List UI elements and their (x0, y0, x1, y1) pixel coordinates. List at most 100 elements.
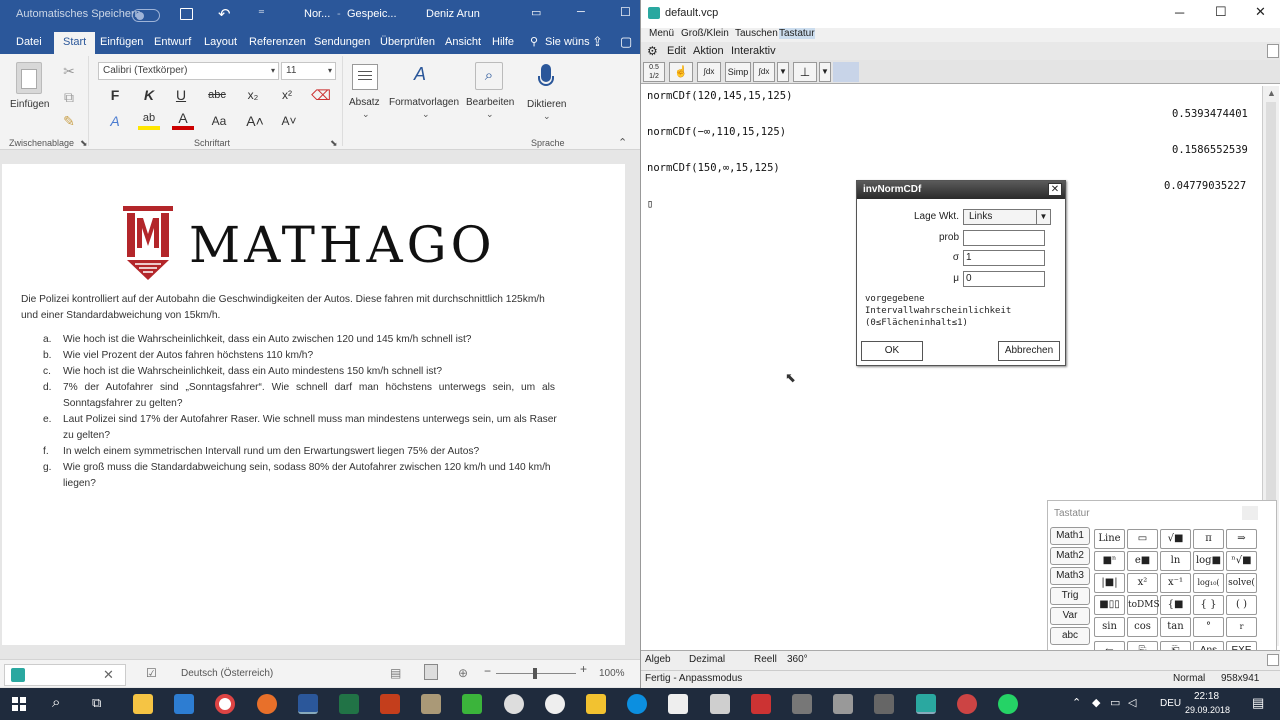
collapse-ribbon-icon[interactable]: ⌃ (618, 136, 627, 149)
key-sqrt[interactable]: √■ (1160, 529, 1191, 549)
notifications-icon[interactable]: ▤ (1252, 695, 1264, 711)
app-icon[interactable] (421, 694, 441, 714)
tab-ueberpruefen[interactable]: Überprüfen (380, 36, 435, 48)
styles-label[interactable]: Formatvorlagen (389, 97, 459, 108)
chevron-down-icon[interactable]: ▼ (819, 62, 831, 82)
minimize-icon[interactable]: ─ (1175, 5, 1184, 20)
paragraph-label[interactable]: Absatz (349, 97, 380, 108)
ok-button[interactable]: OK (861, 341, 923, 361)
tab-ansicht[interactable]: Ansicht (445, 36, 481, 48)
keypad-tab-math3[interactable]: Math3 (1050, 567, 1090, 585)
ribbon-display-icon[interactable]: ▭ (531, 6, 541, 19)
zoom-slider-thumb[interactable] (533, 668, 537, 679)
undo-icon[interactable]: ↶ (218, 5, 231, 23)
close-icon[interactable]: ✕ (1048, 183, 1062, 196)
key-tan[interactable]: tan (1160, 617, 1191, 637)
italic-button[interactable]: K (138, 84, 160, 106)
prob-input[interactable] (963, 230, 1045, 246)
proofing-icon[interactable]: ☑ (146, 666, 157, 680)
close-icon[interactable]: ✕ (1255, 4, 1266, 20)
web-layout-icon[interactable]: ⊕ (458, 666, 468, 680)
app-icon[interactable] (668, 694, 688, 714)
app-icon[interactable] (874, 694, 894, 714)
autosave-toggle[interactable] (132, 9, 160, 22)
paste-icon[interactable] (16, 62, 42, 94)
graph-icon[interactable]: ⊥ (793, 62, 817, 82)
input-line[interactable]: normCDf(−∞,110,15,125) (647, 126, 786, 138)
key-cos[interactable]: cos (1127, 617, 1158, 637)
tab-sendungen[interactable]: Sendungen (314, 36, 370, 48)
change-case-icon[interactable]: Aa (208, 110, 230, 132)
input-cursor[interactable]: ▯ (647, 198, 653, 210)
zoom-in-button[interactable]: + (580, 662, 587, 676)
tail-select[interactable]: Links ▼ (963, 209, 1051, 225)
zoom-out-button[interactable]: − (484, 664, 491, 678)
key-todms[interactable]: toDMS (1127, 595, 1160, 615)
key-log[interactable]: log■ (1193, 551, 1224, 571)
highlight-icon[interactable]: ab (138, 110, 160, 130)
paste-label[interactable]: Einfügen (10, 99, 49, 110)
mode-angle[interactable]: 360° (787, 654, 808, 665)
whatsapp-icon[interactable] (998, 694, 1018, 714)
underline-button[interactable]: U (170, 84, 192, 106)
clock-date[interactable]: 29.09.2018 (1185, 705, 1230, 715)
excel-icon[interactable] (339, 694, 359, 714)
superscript-button[interactable]: x² (276, 84, 298, 106)
word-icon[interactable] (298, 694, 318, 714)
camtasia-icon[interactable] (462, 694, 482, 714)
language-indicator[interactable]: DEU (1160, 698, 1181, 709)
app-icon[interactable] (504, 694, 524, 714)
cancel-button[interactable]: Abbrechen (998, 341, 1060, 361)
font-size-combo[interactable]: 11 ▾ (281, 62, 336, 80)
zoom-level[interactable]: 100% (599, 668, 625, 679)
sigma-input[interactable]: 1 (963, 250, 1045, 266)
document-page[interactable]: MATHAGO Die Polizei kontrolliert auf der… (2, 164, 625, 645)
tab-referenzen[interactable]: Referenzen (249, 36, 306, 48)
print-layout-icon[interactable] (424, 664, 438, 680)
app-icon[interactable] (792, 694, 812, 714)
sticky-notes-icon[interactable] (586, 694, 606, 714)
text-effects-icon[interactable]: A (104, 110, 126, 132)
chevron-down-icon[interactable]: ▼ (777, 62, 789, 82)
hand-icon[interactable]: ☝ (669, 62, 693, 82)
key-power[interactable]: ■ⁿ (1094, 551, 1125, 571)
format-painter-icon[interactable]: ✎ (58, 110, 80, 132)
store-icon[interactable] (174, 694, 194, 714)
tray-expand-icon[interactable]: ⌃ (1072, 696, 1081, 709)
key-parentheses[interactable]: ( ) (1226, 595, 1257, 615)
bold-button[interactable]: F (104, 84, 126, 106)
app-icon[interactable] (833, 694, 853, 714)
app-icon[interactable] (957, 694, 977, 714)
chrome-icon[interactable] (215, 694, 235, 714)
search-icon[interactable]: ⌕ (475, 62, 503, 90)
keypad-tab-abc[interactable]: abc (1050, 627, 1090, 645)
tell-me-input[interactable]: Sie wüns (545, 36, 590, 48)
app-icon[interactable] (751, 694, 771, 714)
task-view-icon[interactable]: ⧉ (92, 695, 101, 711)
keypad-tab-trig[interactable]: Trig (1050, 587, 1090, 605)
tab-start[interactable]: Start (54, 32, 96, 54)
tab-layout[interactable]: Layout (204, 36, 237, 48)
maximize-icon[interactable]: ☐ (1215, 4, 1227, 20)
key-braces[interactable]: { } (1193, 595, 1224, 615)
font-name-combo[interactable]: Calibri (Textkörper) ▾ (98, 62, 279, 80)
menu-menue[interactable]: Menü (649, 28, 674, 39)
paragraph-icon[interactable] (352, 64, 378, 90)
shrink-font-icon[interactable]: A˅ (278, 110, 300, 132)
key-pi[interactable]: π (1193, 529, 1224, 549)
scroll-up-icon[interactable]: ▲ (1267, 88, 1276, 98)
menu-scroll[interactable] (1267, 44, 1279, 58)
windows-start-icon[interactable] (12, 697, 26, 711)
tab-einfuegen[interactable]: Einfügen (100, 36, 143, 48)
font-color-icon[interactable]: A (172, 110, 194, 130)
cut-icon[interactable]: ✂ (58, 60, 80, 82)
mu-input[interactable]: 0 (963, 271, 1045, 287)
chevron-down-icon[interactable]: ▼ (1036, 210, 1050, 224)
keypad-close-icon[interactable] (1242, 506, 1258, 520)
menu-tauschen[interactable]: Tauschen (735, 28, 778, 39)
editing-label[interactable]: Bearbeiten (466, 97, 514, 108)
keypad-tab-var[interactable]: Var (1050, 607, 1090, 625)
skype-icon[interactable] (627, 694, 647, 714)
key-implies[interactable]: ⇒ (1226, 529, 1257, 549)
search-icon[interactable]: ⌕ (52, 694, 60, 711)
